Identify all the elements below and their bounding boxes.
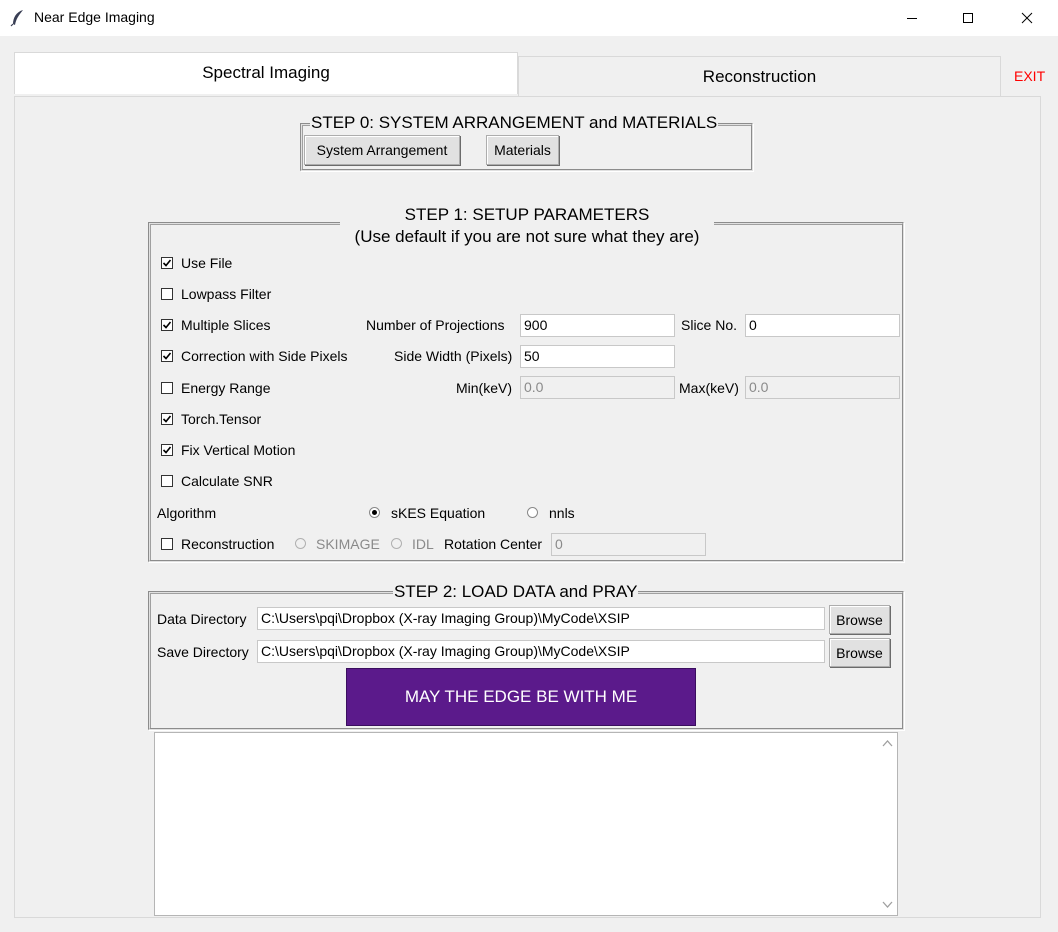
max-kev-label: Max(keV) xyxy=(679,380,739,396)
radio-circle[interactable] xyxy=(391,538,402,549)
checkbox-box[interactable] xyxy=(161,475,173,487)
scroll-up-icon[interactable] xyxy=(882,739,893,747)
multiple-slices-label: Multiple Slices xyxy=(181,317,271,333)
exit-button[interactable]: EXIT xyxy=(1014,68,1045,84)
skimage-label: SKIMAGE xyxy=(316,536,380,552)
checkbox-box[interactable] xyxy=(161,444,173,456)
checkmark-icon xyxy=(162,259,172,267)
checkbox-box[interactable] xyxy=(161,350,173,362)
scroll-down-icon[interactable] xyxy=(882,901,893,909)
checkmark-icon xyxy=(162,415,172,423)
step1-legend: STEP 1: SETUP PARAMETERS (Use default if… xyxy=(340,204,714,248)
calculate-snr-label: Calculate SNR xyxy=(181,473,273,489)
system-arrangement-button[interactable]: System Arrangement xyxy=(304,135,460,165)
maximize-button[interactable] xyxy=(945,0,991,36)
minimize-icon xyxy=(907,18,917,19)
radio-circle[interactable] xyxy=(295,538,306,549)
radio-dot xyxy=(372,510,377,515)
step1-legend-subtitle: (Use default if you are not sure what th… xyxy=(354,227,700,246)
data-directory-input[interactable]: C:\Users\pqi\Dropbox (X-ray Imaging Grou… xyxy=(257,607,825,630)
side-width-input[interactable]: 50 xyxy=(520,345,675,368)
slice-no-label: Slice No. xyxy=(681,317,738,333)
rotation-center-input[interactable]: 0 xyxy=(551,533,706,556)
checkmark-icon xyxy=(162,352,172,360)
checkmark-icon xyxy=(162,446,172,454)
radio-circle[interactable] xyxy=(527,507,538,518)
min-kev-input[interactable]: 0.0 xyxy=(520,376,675,399)
close-icon xyxy=(1021,12,1033,24)
algorithm-label: Algorithm xyxy=(157,505,217,521)
radio-circle[interactable] xyxy=(369,507,380,518)
window-title: Near Edge Imaging xyxy=(34,9,155,25)
max-kev-input[interactable]: 0.0 xyxy=(745,376,900,399)
checkbox-box[interactable] xyxy=(161,288,173,300)
tab-reconstruction[interactable]: Reconstruction xyxy=(518,56,1001,96)
checkbox-box[interactable] xyxy=(161,319,173,331)
log-output[interactable] xyxy=(154,732,898,916)
save-directory-label: Save Directory xyxy=(157,644,249,660)
save-directory-input[interactable]: C:\Users\pqi\Dropbox (X-ray Imaging Grou… xyxy=(257,640,825,663)
lowpass-filter-label: Lowpass Filter xyxy=(181,286,272,302)
checkbox-box[interactable] xyxy=(161,538,173,550)
reconstruction-label: Reconstruction xyxy=(181,536,275,552)
skes-equation-label: sKES Equation xyxy=(391,505,486,521)
tab-reconstruction-label: Reconstruction xyxy=(702,66,817,86)
checkbox-box[interactable] xyxy=(161,257,173,269)
rotation-center-label: Rotation Center xyxy=(444,536,543,552)
slice-no-input[interactable]: 0 xyxy=(745,314,900,337)
checkbox-box[interactable] xyxy=(161,413,173,425)
nnls-label: nnls xyxy=(549,505,575,521)
num-projections-label: Number of Projections xyxy=(366,317,505,333)
fix-vertical-motion-label: Fix Vertical Motion xyxy=(181,442,296,458)
data-directory-label: Data Directory xyxy=(157,611,247,627)
num-projections-input[interactable]: 900 xyxy=(520,314,675,337)
checkbox-box[interactable] xyxy=(161,382,173,394)
browse-data-button[interactable]: Browse xyxy=(829,605,890,634)
close-button[interactable] xyxy=(1004,0,1050,36)
checkmark-icon xyxy=(162,321,172,329)
materials-button[interactable]: Materials xyxy=(486,135,559,165)
use-file-label: Use File xyxy=(181,255,233,271)
energy-range-label: Energy Range xyxy=(181,380,271,396)
min-kev-label: Min(keV) xyxy=(456,380,513,396)
side-pixels-label: Correction with Side Pixels xyxy=(181,348,348,364)
feather-icon xyxy=(10,9,26,27)
tab-spectral-imaging-label: Spectral Imaging xyxy=(202,62,330,82)
run-button[interactable]: MAY THE EDGE BE WITH ME xyxy=(346,668,696,726)
step2-legend: STEP 2: LOAD DATA and PRAY xyxy=(393,582,639,602)
log-scrollbar[interactable] xyxy=(878,733,897,915)
minimize-button[interactable] xyxy=(889,0,935,36)
side-width-label: Side Width (Pixels) xyxy=(394,348,513,364)
step1-legend-title: STEP 1: SETUP PARAMETERS xyxy=(404,205,650,224)
step0-legend: STEP 0: SYSTEM ARRANGEMENT and MATERIALS xyxy=(310,113,719,133)
torch-tensor-label: Torch.Tensor xyxy=(181,411,262,427)
tab-spectral-imaging[interactable]: Spectral Imaging xyxy=(14,52,518,94)
browse-save-button[interactable]: Browse xyxy=(829,638,890,667)
maximize-icon xyxy=(963,13,973,23)
idl-label: IDL xyxy=(412,536,434,552)
